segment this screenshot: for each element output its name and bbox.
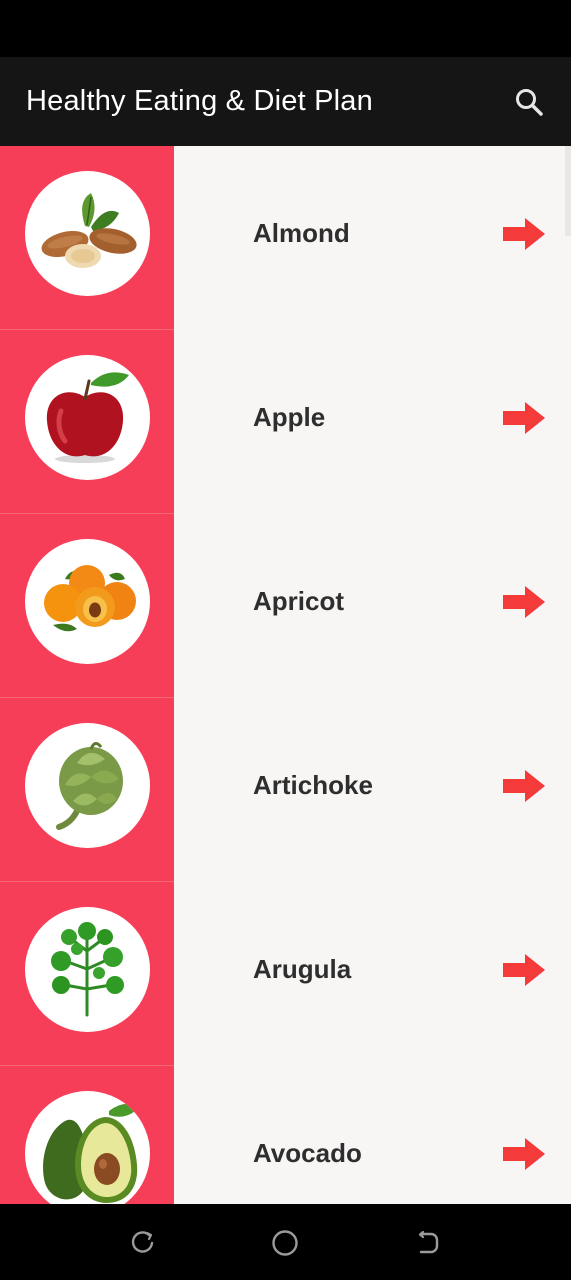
open-item-button[interactable] [501, 952, 547, 988]
list-item-label: Avocado [253, 1138, 362, 1168]
arrow-right-icon [503, 1138, 545, 1170]
open-item-button[interactable] [501, 584, 547, 620]
arrow-right-icon [503, 218, 545, 250]
almond-image [41, 193, 137, 268]
thumbnail-cell [0, 1066, 174, 1204]
list-item-apple[interactable]: Apple [0, 330, 571, 514]
thumbnail-cell [0, 882, 174, 1066]
arugula-image [51, 922, 124, 1017]
list-item-label: Apple [253, 402, 326, 432]
thumbnail-frame [25, 355, 150, 480]
recent-apps-icon [131, 1231, 154, 1253]
arrow-right-icon [503, 770, 545, 802]
scrollbar[interactable] [565, 146, 571, 236]
home-circle-icon [272, 1230, 298, 1256]
app-bar: Healthy Eating & Diet Plan [0, 57, 571, 146]
list-item-label: Apricot [253, 586, 344, 616]
list-item-arugula[interactable]: Arugula [0, 882, 571, 1066]
status-bar [0, 0, 571, 57]
list-item-apricot[interactable]: Apricot [0, 514, 571, 698]
thumbnail-cell [0, 330, 174, 514]
thumbnail-frame [25, 539, 150, 664]
list-item-avocado[interactable]: Avocado [0, 1066, 571, 1204]
back-icon [418, 1230, 439, 1254]
thumbnail-frame [25, 1091, 150, 1204]
arrow-right-icon [503, 402, 545, 434]
thumbnail-cell [0, 514, 174, 698]
thumbnail-cell [0, 698, 174, 882]
list-item-label: Almond [253, 218, 350, 248]
search-button[interactable] [508, 81, 550, 123]
apple-image [46, 372, 129, 463]
list-item-label: Arugula [253, 954, 352, 984]
open-item-button[interactable] [501, 216, 547, 252]
thumbnail-frame [25, 723, 150, 848]
app-title: Healthy Eating & Diet Plan [26, 85, 373, 117]
arrow-right-icon [503, 954, 545, 986]
thumbnail-frame [25, 171, 150, 296]
back-button[interactable] [412, 1228, 442, 1258]
open-item-button[interactable] [501, 1136, 547, 1172]
apricot-image [44, 565, 136, 632]
open-item-button[interactable] [501, 400, 547, 436]
list-item-label: Artichoke [253, 770, 373, 800]
artichoke-image [56, 742, 123, 830]
home-button[interactable] [270, 1228, 300, 1258]
food-list[interactable]: Almond Apple Apricot Artichoke Arugula A… [0, 146, 571, 1204]
thumbnail-cell [0, 146, 174, 330]
list-item-almond[interactable]: Almond [0, 146, 571, 330]
list-item-artichoke[interactable]: Artichoke [0, 698, 571, 882]
recent-apps-button[interactable] [128, 1228, 158, 1258]
search-icon [516, 89, 543, 116]
thumbnail-frame [25, 907, 150, 1032]
avocado-image [43, 1103, 139, 1203]
arrow-right-icon [503, 586, 545, 618]
open-item-button[interactable] [501, 768, 547, 804]
system-nav-bar [0, 1204, 571, 1280]
